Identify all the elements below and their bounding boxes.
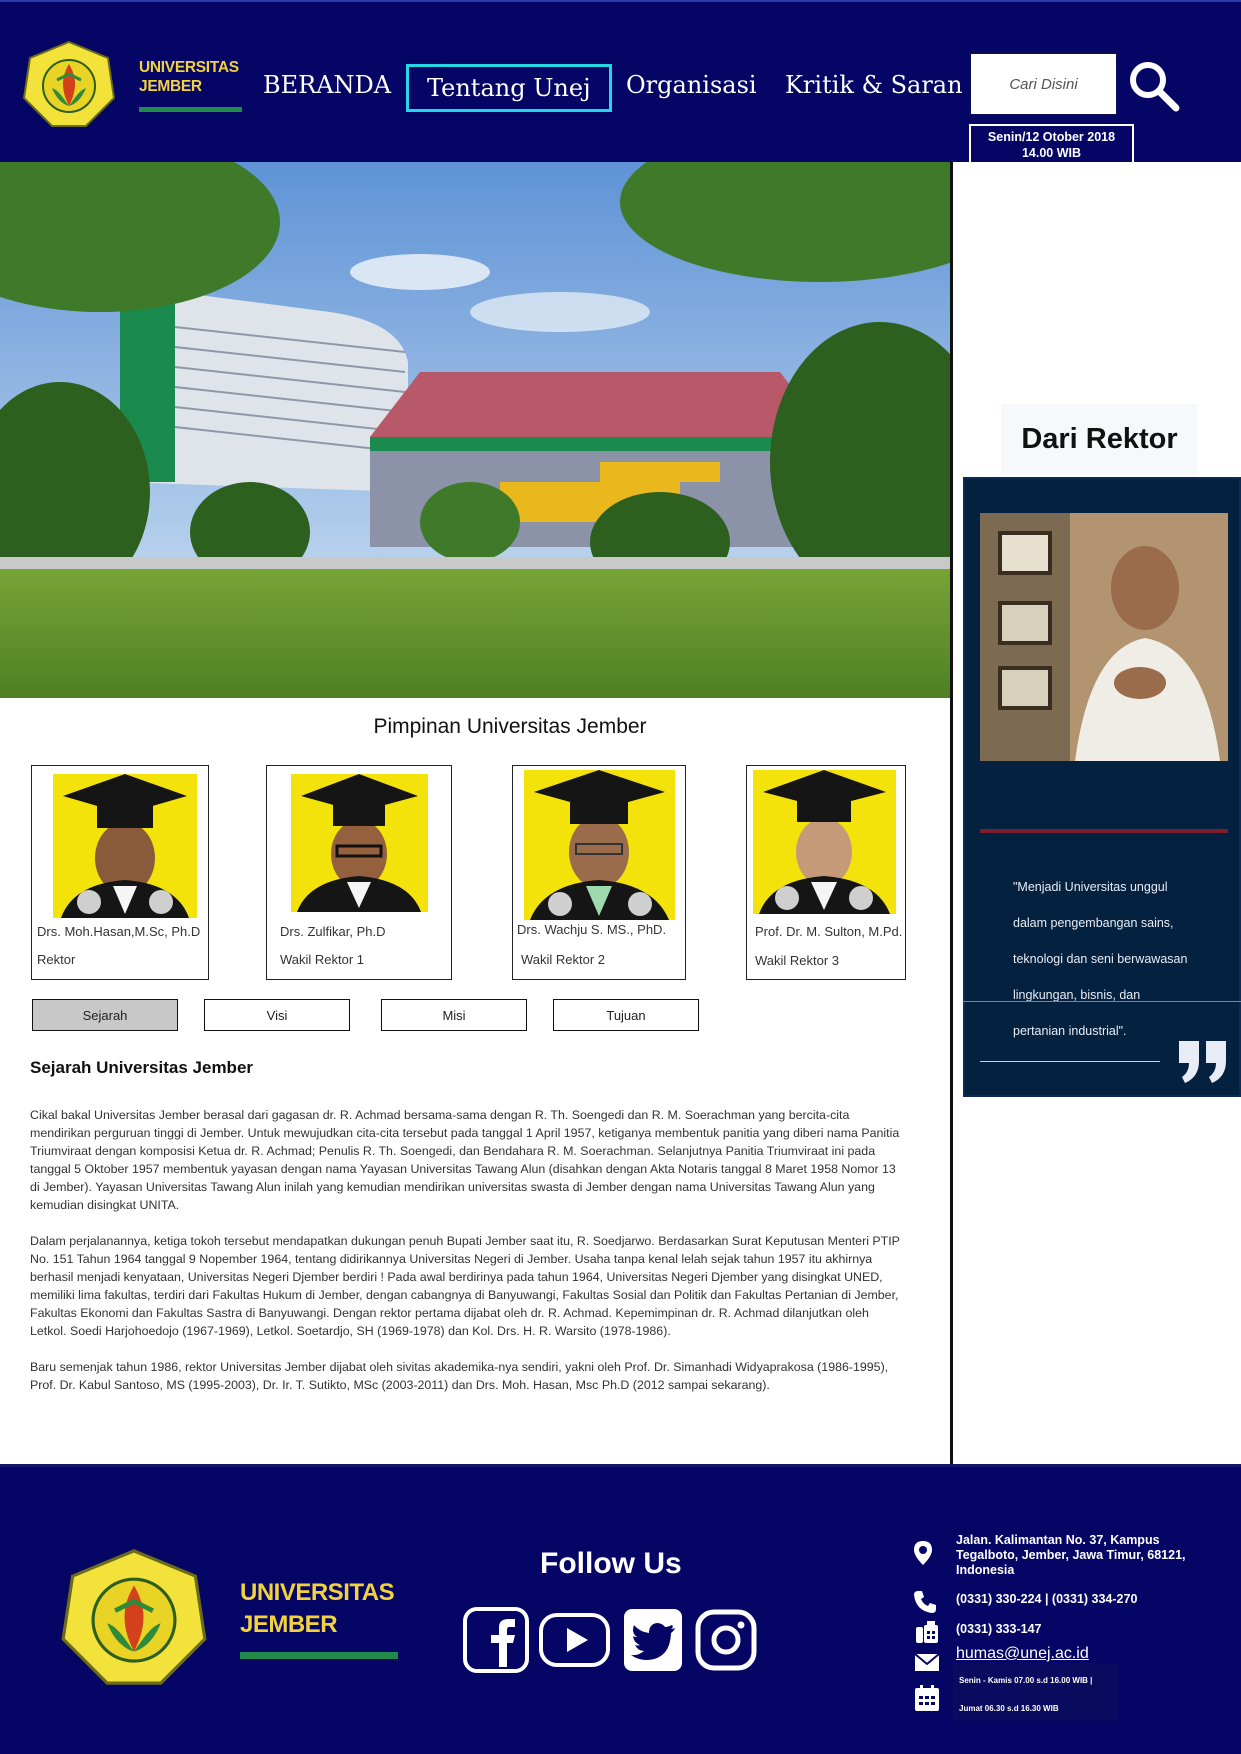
quote-line: "Menjadi Universitas unggul [1013,880,1168,894]
search-icon[interactable] [1128,60,1180,112]
content-divider [950,162,953,1466]
leader-role: Wakil Rektor 2 [521,952,606,967]
quote-line: lingkungan, bisnis, dan [1013,988,1141,1002]
tab-visi[interactable]: Visi [204,999,350,1031]
quote-line: dalam pengembangan sains, [1013,916,1174,930]
follow-us-title: Follow Us [540,1547,682,1580]
leader-role: Wakil Rektor 3 [755,953,840,968]
leader-photo [524,770,675,920]
facebook-icon[interactable] [463,1607,529,1673]
hours-line: Senin - Kamis 07.00 s.d 16.00 WIB | [959,1676,1093,1685]
leaders-section-title: Pimpinan Universitas Jember [373,715,647,738]
unej-footer-logo-icon[interactable] [60,1547,208,1687]
address-text: Jalan. Kalimantan No. 37, Kampus Tegalbo… [956,1533,1186,1577]
leader-name: Drs. Zulfikar, Ph.D [280,924,386,939]
footer-logo-line1: UNIVERSITAS [240,1579,395,1606]
nav-kritik-saran[interactable]: Kritik & Saran [785,64,963,112]
youtube-icon[interactable] [538,1607,611,1673]
search-input[interactable]: Cari Disini [969,52,1118,116]
history-paragraph: Dalam perjalanannya, ketiga tokoh terseb… [30,1234,900,1338]
phone-icon [914,1591,936,1613]
fax-icon [916,1621,938,1643]
history-body: Cikal bakal Universitas Jember berasal d… [30,1106,900,1412]
leader-photo [291,774,428,912]
rektor-accent-line [980,829,1228,833]
footer-logo-underline [240,1652,398,1659]
calendar-icon [915,1685,939,1711]
quote-line: teknologi dan seni berwawasan [1013,952,1188,966]
tab-tujuan[interactable]: Tujuan [553,999,699,1031]
leader-card-wr1[interactable]: Drs. Zulfikar, Ph.D Wakil Rektor 1 [266,765,452,980]
header-logo-line2: JEMBER [139,78,202,95]
nav-beranda[interactable]: BERANDA [263,64,391,112]
quote-mark-icon [1179,1041,1226,1083]
leader-photo [753,770,896,914]
campus-hero-image [0,162,952,698]
rektor-panel: "Menjadi Universitas unggul dalam pengem… [963,477,1241,1097]
time-line: 14.00 WIB [1021,146,1082,160]
footer-logo-text: UNIVERSITAS JEMBER [240,1577,395,1641]
history-paragraph: Cikal bakal Universitas Jember berasal d… [30,1108,900,1212]
leader-photo [53,774,197,918]
header-logo-line1: UNIVERSITAS [139,59,239,76]
rektor-heading: Dari Rektor [1001,404,1198,474]
history-paragraph: Baru semenjak tahun 1986, rektor Univers… [30,1360,889,1392]
header-logo-text: UNIVERSITAS JEMBER [139,58,244,96]
tab-sejarah[interactable]: Sejarah [32,999,178,1031]
leader-card-wr2[interactable]: Drs. Wachju S. MS., PhD. Wakil Rektor 2 [512,765,686,980]
leader-name: Prof. Dr. M. Sulton, M.Pd. [755,924,903,939]
leader-name: Drs. Wachju S. MS., PhD. [517,922,667,937]
leader-card-wr3[interactable]: Prof. Dr. M. Sulton, M.Pd. Wakil Rektor … [746,765,906,980]
email-link[interactable]: humas@unej.ac.id [956,1645,1089,1663]
unej-logo-icon[interactable] [22,40,116,128]
rektor-photo [980,513,1228,761]
history-title: Sejarah Universitas Jember [30,1058,254,1077]
leader-card-rektor[interactable]: Drs. Moh.Hasan,M.Sc, Ph.D Rektor [31,765,209,980]
nav-tentang-unej[interactable]: Tentang Unej [406,64,612,112]
tab-misi[interactable]: Misi [381,999,527,1031]
date-display: Senin/12 Otober 2018 14.00 WIB [969,124,1134,165]
leader-role: Wakil Rektor 1 [280,952,365,967]
footer-logo-line2: JEMBER [240,1611,338,1638]
office-hours: Senin - Kamis 07.00 s.d 16.00 WIB | Juma… [953,1663,1118,1721]
twitter-icon[interactable] [622,1607,684,1673]
fax-text: (0331) 333-147 [956,1622,1042,1636]
date-line: Senin/12 Otober 2018 [987,130,1116,144]
phone-text: (0331) 330-224 | (0331) 334-270 [956,1592,1138,1606]
nav-organisasi[interactable]: Organisasi [626,64,757,112]
hours-line: Jumat 06.30 s.d 16.30 WIB [959,1704,1059,1713]
leader-name: Drs. Moh.Hasan,M.Sc, Ph.D [37,924,201,939]
rektor-quote: "Menjadi Universitas unggul dalam pengem… [1013,869,1213,1049]
leader-role: Rektor [37,952,76,967]
rektor-bottom-line [980,1061,1160,1062]
rektor-divider [963,1001,1241,1002]
site-header: UNIVERSITAS JEMBER BERANDA Tentang Unej … [0,0,1241,165]
mail-icon [914,1653,940,1671]
logo-underline [139,107,242,112]
instagram-icon[interactable] [695,1607,757,1673]
location-pin-icon [914,1541,932,1565]
